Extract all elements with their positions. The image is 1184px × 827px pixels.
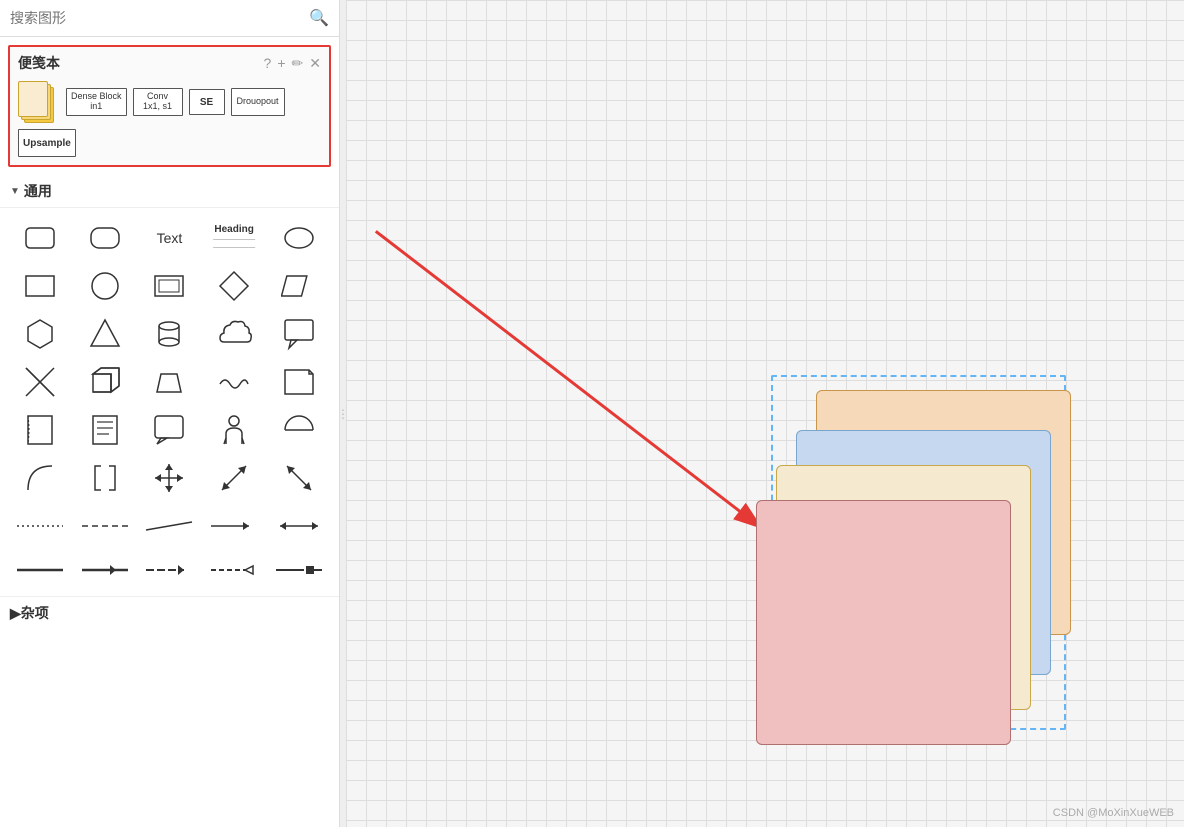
canvas: CSDN @MoXinXueWEB bbox=[346, 0, 1184, 827]
scratchpad-edit-button[interactable]: ✏ bbox=[292, 55, 304, 72]
shape-trapezoid[interactable] bbox=[139, 360, 200, 404]
shape-note[interactable] bbox=[75, 408, 136, 452]
scratchpad-section: 便笺本 ? + ✏ ✕ Dense Block in1 bbox=[8, 45, 331, 167]
shape-document[interactable] bbox=[268, 360, 329, 404]
scratchpad-title: 便笺本 bbox=[18, 53, 60, 73]
shape-doc-fold[interactable] bbox=[10, 408, 71, 452]
line-dash-arrow[interactable] bbox=[139, 552, 200, 588]
shape-bracket[interactable] bbox=[75, 456, 136, 500]
scratchpad-shape-stack[interactable] bbox=[18, 81, 60, 123]
shape-speech-bubble[interactable] bbox=[139, 408, 200, 452]
notes-group bbox=[766, 390, 1076, 740]
line-angled[interactable] bbox=[139, 508, 200, 544]
shape-text[interactable]: Text bbox=[139, 216, 200, 260]
watermark: CSDN @MoXinXueWEB bbox=[1053, 807, 1174, 819]
shape-rectangle-rounded[interactable] bbox=[10, 216, 71, 260]
scratchpad-shapes-container: Dense Block in1 Conv 1x1, s1 SE Drouopou… bbox=[18, 81, 321, 157]
scratchpad-add-button[interactable]: + bbox=[277, 55, 285, 71]
general-arrow-icon: ▼ bbox=[10, 186, 20, 197]
stack-page-1 bbox=[18, 81, 48, 117]
shape-hexagon[interactable] bbox=[10, 312, 71, 356]
line-dash-arrow-2[interactable] bbox=[204, 552, 265, 588]
shape-rectangle-rounded-2[interactable] bbox=[75, 216, 136, 260]
scratchpad-help-button[interactable]: ? bbox=[264, 55, 272, 71]
search-icon[interactable]: 🔍 bbox=[309, 8, 329, 28]
scratchpad-shape-upsample[interactable]: Upsample bbox=[18, 129, 76, 157]
scratchpad-actions: ? + ✏ ✕ bbox=[264, 55, 321, 72]
shape-rectangle[interactable] bbox=[10, 264, 71, 308]
scratchpad-shape-dense-block[interactable]: Dense Block in1 bbox=[66, 88, 127, 116]
sidebar: 🔍 便笺本 ? + ✏ ✕ Den bbox=[0, 0, 340, 827]
conv-label: Conv 1x1, s1 bbox=[133, 88, 183, 116]
line-shapes-grid bbox=[0, 508, 339, 552]
shape-arrows-lr[interactable] bbox=[139, 456, 200, 500]
shape-arrow-diagonal-2[interactable] bbox=[268, 456, 329, 500]
line-dotted[interactable] bbox=[10, 508, 71, 544]
shape-triangle[interactable] bbox=[75, 312, 136, 356]
shape-person[interactable] bbox=[204, 408, 265, 452]
shape-wave[interactable] bbox=[204, 360, 265, 404]
line-arrow-double[interactable] bbox=[268, 508, 329, 544]
shape-cube[interactable] bbox=[75, 360, 136, 404]
shape-ellipse[interactable] bbox=[268, 216, 329, 260]
scratchpad-close-button[interactable]: ✕ bbox=[309, 55, 321, 72]
misc-arrow-icon: ▶ bbox=[10, 605, 21, 622]
search-bar: 🔍 bbox=[0, 0, 339, 37]
dense-block-label: Dense Block in1 bbox=[66, 88, 127, 116]
general-section-header[interactable]: ▼ 通用 bbox=[0, 175, 339, 208]
line-block-arrow[interactable] bbox=[268, 552, 329, 588]
shape-cylinder[interactable] bbox=[139, 312, 200, 356]
shape-diamond[interactable] bbox=[204, 264, 265, 308]
search-input[interactable] bbox=[10, 10, 309, 26]
upsample-label: Upsample bbox=[18, 129, 76, 157]
misc-title: 杂项 bbox=[21, 603, 49, 623]
shape-arrow-diagonal-1[interactable] bbox=[204, 456, 265, 500]
note-pink[interactable] bbox=[756, 500, 1011, 745]
line-solid[interactable] bbox=[10, 552, 71, 588]
heading-label: Heading —————— —————— bbox=[213, 224, 255, 253]
shape-rectangle-inner[interactable] bbox=[139, 264, 200, 308]
scratchpad-shape-conv[interactable]: Conv 1x1, s1 bbox=[133, 88, 183, 116]
general-title: 通用 bbox=[24, 181, 52, 201]
text-label: Text bbox=[157, 230, 183, 246]
shape-callout[interactable] bbox=[268, 312, 329, 356]
shape-cloud[interactable] bbox=[204, 312, 265, 356]
line-arrow-right[interactable] bbox=[204, 508, 265, 544]
dropout-label: Drouopout bbox=[231, 88, 285, 116]
scratchpad-header: 便笺本 ? + ✏ ✕ bbox=[18, 53, 321, 73]
shape-arc[interactable] bbox=[10, 456, 71, 500]
shape-heading[interactable]: Heading —————— —————— bbox=[204, 216, 265, 260]
shape-circle[interactable] bbox=[75, 264, 136, 308]
misc-section-header[interactable]: ▶ 杂项 bbox=[0, 596, 339, 629]
line-shapes-grid-2 bbox=[0, 552, 339, 596]
line-dashed[interactable] bbox=[75, 508, 136, 544]
shape-cross[interactable] bbox=[10, 360, 71, 404]
line-arrow-solid[interactable] bbox=[75, 552, 136, 588]
se-label: SE bbox=[189, 89, 225, 115]
shape-parallelogram[interactable] bbox=[268, 264, 329, 308]
shape-half-circle[interactable] bbox=[268, 408, 329, 452]
shapes-grid: Text Heading —————— —————— bbox=[0, 208, 339, 508]
scratchpad-shape-dropout[interactable]: Drouopout bbox=[231, 88, 285, 116]
scratchpad-shape-se[interactable]: SE bbox=[189, 89, 225, 115]
